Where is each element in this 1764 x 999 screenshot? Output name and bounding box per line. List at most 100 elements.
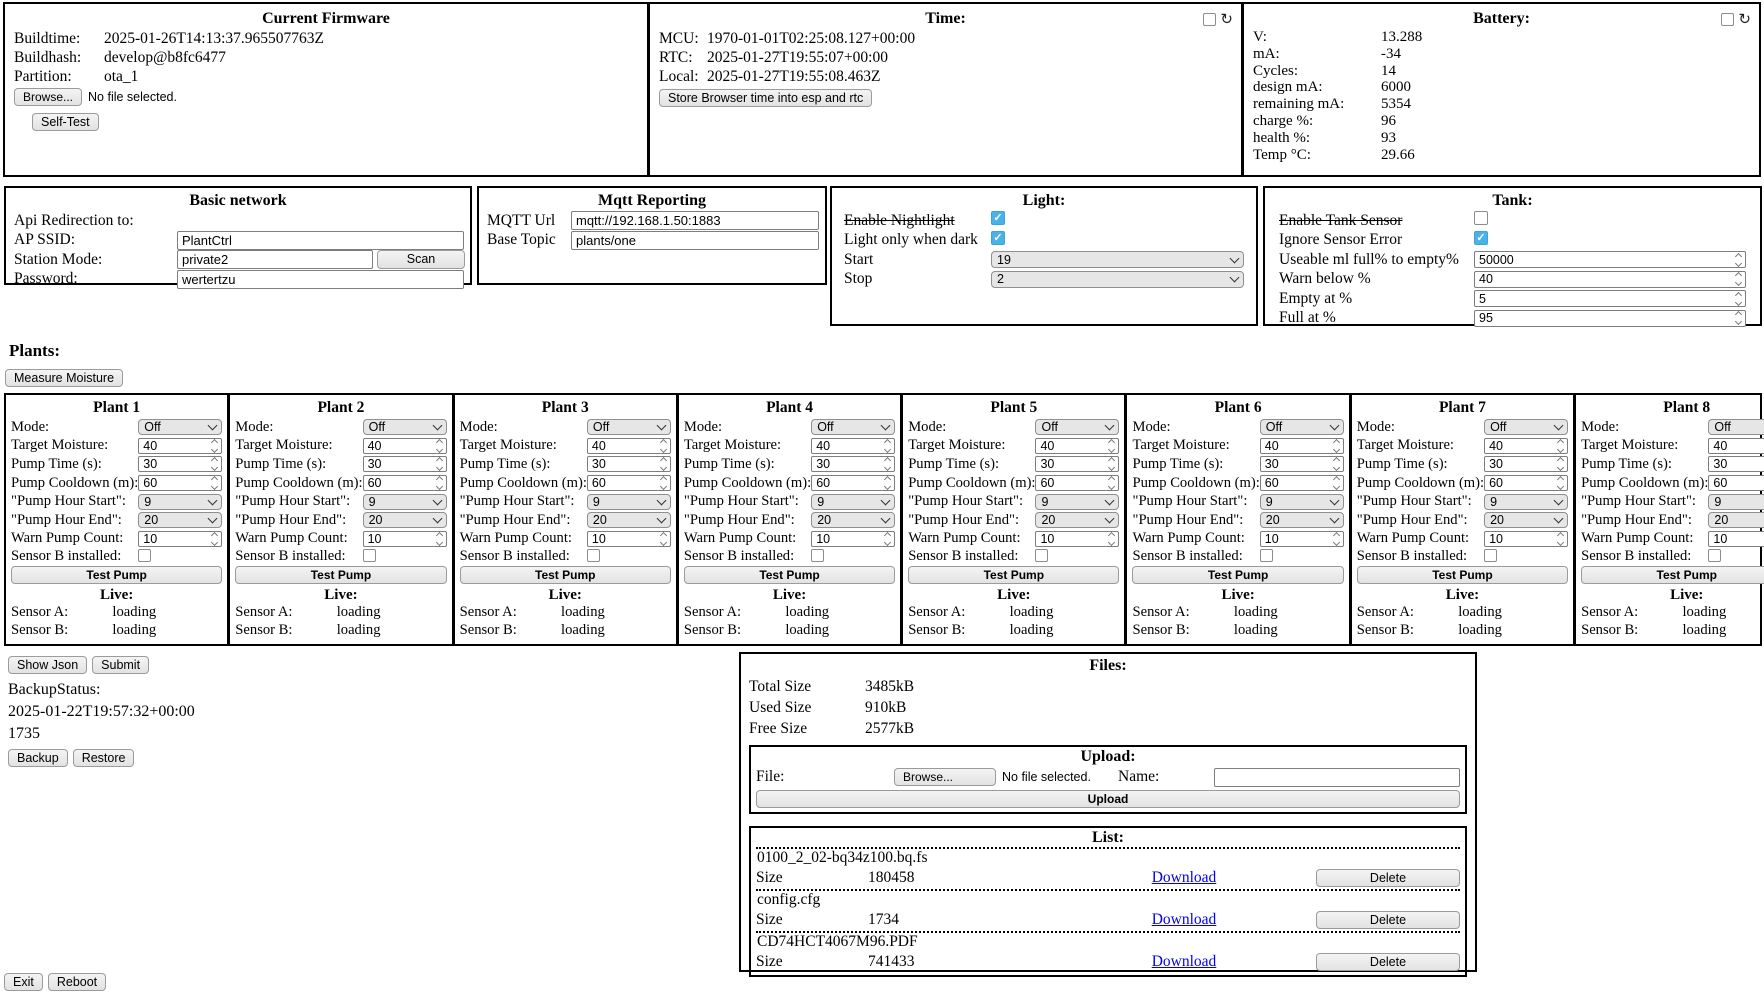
enable-tank-sensor-checkbox[interactable] [1474, 211, 1488, 225]
test-pump-button[interactable]: Test Pump [235, 566, 446, 584]
pump-hour-end-select[interactable]: 20 [363, 512, 447, 528]
time-refresh-icon[interactable]: ↻ [1220, 12, 1233, 26]
pump-hour-start-select[interactable]: 9 [138, 494, 222, 510]
mqtt-url-input[interactable] [571, 211, 819, 230]
station-mode-input[interactable] [177, 250, 373, 269]
file-delete-button[interactable]: Delete [1316, 911, 1460, 929]
pump-time-input[interactable]: 30 [1035, 456, 1119, 472]
scan-button[interactable]: Scan [377, 250, 465, 269]
target-moisture-input[interactable]: 40 [363, 438, 447, 454]
test-pump-button[interactable]: Test Pump [1357, 566, 1568, 584]
test-pump-button[interactable]: Test Pump [11, 566, 222, 584]
pump-time-input[interactable]: 30 [1484, 456, 1568, 472]
light-stop-select[interactable]: 2 [991, 271, 1244, 288]
warn-below-input[interactable]: 40 [1474, 271, 1746, 288]
warn-pump-count-input[interactable]: 10 [811, 531, 895, 547]
pump-time-input[interactable]: 30 [811, 456, 895, 472]
target-moisture-input[interactable]: 40 [811, 438, 895, 454]
test-pump-button[interactable]: Test Pump [1581, 566, 1764, 584]
file-download-link[interactable]: Download [1152, 911, 1217, 928]
warn-pump-count-input[interactable]: 10 [1035, 531, 1119, 547]
pump-hour-start-select[interactable]: 9 [1708, 494, 1764, 510]
warn-pump-count-input[interactable]: 10 [138, 531, 222, 547]
pump-time-input[interactable]: 30 [587, 456, 671, 472]
store-browser-time-button[interactable]: Store Browser time into esp and rtc [659, 89, 872, 107]
target-moisture-input[interactable]: 40 [1260, 438, 1344, 454]
pump-hour-start-select[interactable]: 9 [811, 494, 895, 510]
mode-select[interactable]: Off [1260, 419, 1344, 435]
pump-hour-start-select[interactable]: 9 [587, 494, 671, 510]
test-pump-button[interactable]: Test Pump [908, 566, 1119, 584]
pump-cooldown-input[interactable]: 60 [1260, 475, 1344, 491]
light-start-select[interactable]: 19 [991, 251, 1244, 268]
restore-button[interactable]: Restore [73, 749, 135, 767]
pump-hour-start-select[interactable]: 9 [1260, 494, 1344, 510]
pump-hour-end-select[interactable]: 20 [811, 512, 895, 528]
exit-button[interactable]: Exit [4, 973, 43, 991]
pump-hour-end-select[interactable]: 20 [587, 512, 671, 528]
sensor-b-installed-checkbox[interactable] [587, 549, 600, 562]
pump-cooldown-input[interactable]: 60 [1035, 475, 1119, 491]
password-input[interactable] [177, 270, 464, 289]
pump-cooldown-input[interactable]: 60 [138, 475, 222, 491]
sensor-b-installed-checkbox[interactable] [1035, 549, 1048, 562]
target-moisture-input[interactable]: 40 [138, 438, 222, 454]
base-topic-input[interactable] [571, 231, 819, 250]
target-moisture-input[interactable]: 40 [1484, 438, 1568, 454]
test-pump-button[interactable]: Test Pump [1132, 566, 1343, 584]
submit-button[interactable]: Submit [92, 656, 149, 674]
mode-select[interactable]: Off [1484, 419, 1568, 435]
pump-cooldown-input[interactable]: 60 [1484, 475, 1568, 491]
pump-hour-start-select[interactable]: 9 [363, 494, 447, 510]
battery-auto-checkbox[interactable] [1721, 13, 1734, 26]
pump-cooldown-input[interactable]: 60 [587, 475, 671, 491]
pump-cooldown-input[interactable]: 60 [811, 475, 895, 491]
upload-button[interactable]: Upload [756, 790, 1460, 808]
self-test-button[interactable]: Self-Test [32, 113, 99, 131]
pump-hour-start-select[interactable]: 9 [1035, 494, 1119, 510]
sensor-b-installed-checkbox[interactable] [1260, 549, 1273, 562]
file-delete-button[interactable]: Delete [1316, 953, 1460, 971]
target-moisture-input[interactable]: 40 [1035, 438, 1119, 454]
warn-pump-count-input[interactable]: 10 [1708, 531, 1764, 547]
time-auto-checkbox[interactable] [1203, 13, 1216, 26]
battery-refresh-icon[interactable]: ↻ [1738, 12, 1751, 26]
pump-hour-end-select[interactable]: 20 [1035, 512, 1119, 528]
show-json-button[interactable]: Show Json [8, 656, 87, 674]
reboot-button[interactable]: Reboot [48, 973, 106, 991]
pump-hour-start-select[interactable]: 9 [1484, 494, 1568, 510]
mode-select[interactable]: Off [587, 419, 671, 435]
light-only-when-dark-checkbox[interactable] [991, 231, 1005, 245]
pump-cooldown-input[interactable]: 60 [363, 475, 447, 491]
target-moisture-input[interactable]: 40 [1708, 438, 1764, 454]
pump-time-input[interactable]: 30 [1708, 456, 1764, 472]
pump-hour-end-select[interactable]: 20 [138, 512, 222, 528]
file-delete-button[interactable]: Delete [1316, 869, 1460, 887]
ignore-sensor-error-checkbox[interactable] [1474, 231, 1488, 245]
file-download-link[interactable]: Download [1152, 869, 1217, 886]
measure-moisture-button[interactable]: Measure Moisture [5, 369, 123, 387]
target-moisture-input[interactable]: 40 [587, 438, 671, 454]
sensor-b-installed-checkbox[interactable] [1708, 549, 1721, 562]
pump-hour-end-select[interactable]: 20 [1484, 512, 1568, 528]
empty-at-input[interactable]: 5 [1474, 290, 1746, 307]
warn-pump-count-input[interactable]: 10 [1484, 531, 1568, 547]
warn-pump-count-input[interactable]: 10 [363, 531, 447, 547]
firmware-browse-button[interactable]: Browse... [14, 88, 82, 106]
pump-hour-end-select[interactable]: 20 [1260, 512, 1344, 528]
sensor-b-installed-checkbox[interactable] [138, 549, 151, 562]
mode-select[interactable]: Off [363, 419, 447, 435]
pump-cooldown-input[interactable]: 60 [1708, 475, 1764, 491]
backup-button[interactable]: Backup [8, 749, 68, 767]
mode-select[interactable]: Off [1035, 419, 1119, 435]
upload-name-input[interactable] [1214, 768, 1460, 787]
useable-ml-input[interactable]: 50000 [1474, 251, 1746, 268]
pump-hour-end-select[interactable]: 20 [1708, 512, 1764, 528]
ap-ssid-input[interactable] [177, 231, 464, 250]
sensor-b-installed-checkbox[interactable] [363, 549, 376, 562]
full-at-input[interactable]: 95 [1474, 310, 1746, 327]
sensor-b-installed-checkbox[interactable] [1484, 549, 1497, 562]
upload-browse-button[interactable]: Browse... [894, 768, 996, 786]
warn-pump-count-input[interactable]: 10 [1260, 531, 1344, 547]
mode-select[interactable]: Off [138, 419, 222, 435]
